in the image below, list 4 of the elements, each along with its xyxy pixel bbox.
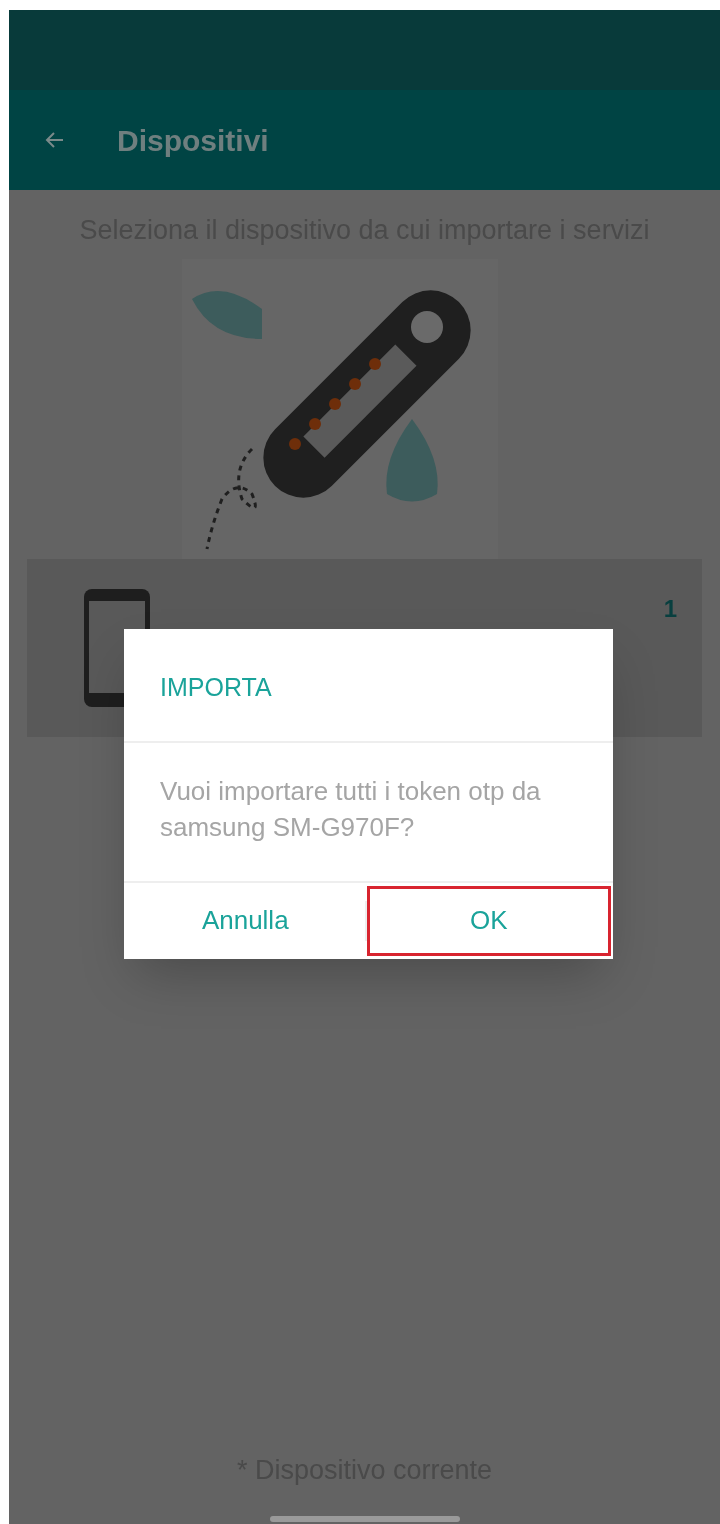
screen-title: Dispositivi: [117, 122, 269, 159]
service-count: 1: [663, 593, 677, 624]
dialog-title: IMPORTA: [124, 629, 613, 743]
dialog-message: Vuoi importare tutti i token otp da samsung SM-G970F?: [124, 742, 613, 883]
